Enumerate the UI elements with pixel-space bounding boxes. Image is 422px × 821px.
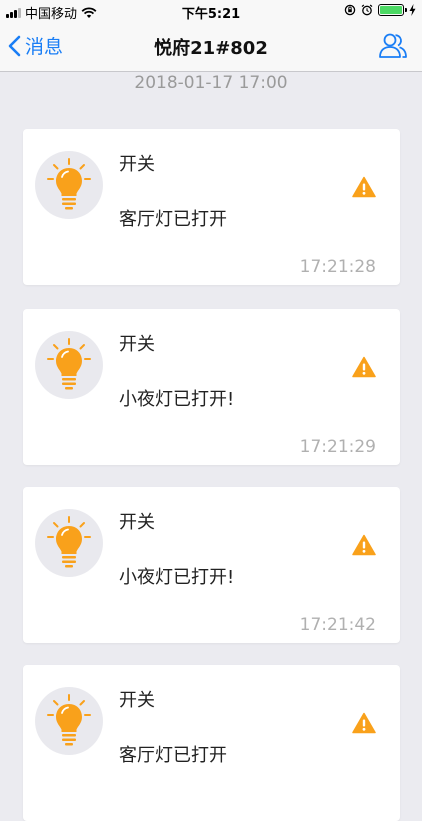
message-card[interactable]: 开关 小夜灯已打开! 17:21:29 <box>23 309 400 465</box>
message-title: 开关 <box>119 334 155 355</box>
warning-icon[interactable] <box>352 356 376 378</box>
people-icon <box>379 33 407 58</box>
message-text: 客厅灯已打开 <box>119 745 227 766</box>
message-card[interactable]: 开关 客厅灯已打开 <box>23 665 400 821</box>
warning-icon[interactable] <box>352 712 376 734</box>
battery-icon <box>378 4 407 16</box>
warning-icon[interactable] <box>352 176 376 198</box>
page-title: 悦府21#802 <box>154 38 268 59</box>
battery-fill <box>380 6 402 14</box>
message-time: 17:21:42 <box>299 615 376 635</box>
message-card[interactable]: 开关 客厅灯已打开 17:21:28 <box>23 129 400 285</box>
status-bar: 中国移动 下午5:21 <box>0 0 422 22</box>
message-time: 17:21:28 <box>299 257 376 277</box>
navigation-bar: 消息 悦府21#802 <box>0 22 422 72</box>
message-text: 客厅灯已打开 <box>119 209 227 230</box>
status-right <box>344 4 416 16</box>
lightbulb-icon <box>47 338 91 390</box>
avatar <box>35 151 103 219</box>
rotation-lock-icon <box>344 4 356 16</box>
charging-icon <box>409 4 416 16</box>
lightbulb-icon <box>47 516 91 568</box>
message-text: 小夜灯已打开! <box>119 389 235 410</box>
date-separator: 2018-01-17 17:00 <box>134 73 288 93</box>
lightbulb-icon <box>47 694 91 746</box>
avatar <box>35 509 103 577</box>
warning-icon[interactable] <box>352 534 376 556</box>
message-title: 开关 <box>119 690 155 711</box>
contacts-button[interactable] <box>378 30 408 64</box>
avatar <box>35 687 103 755</box>
avatar <box>35 331 103 399</box>
message-title: 开关 <box>119 154 155 175</box>
message-card[interactable]: 开关 小夜灯已打开! 17:21:42 <box>23 487 400 643</box>
alarm-icon <box>361 4 373 16</box>
message-text: 小夜灯已打开! <box>119 567 235 588</box>
message-time: 17:21:29 <box>299 437 376 457</box>
lightbulb-icon <box>47 158 91 210</box>
message-title: 开关 <box>119 512 155 533</box>
